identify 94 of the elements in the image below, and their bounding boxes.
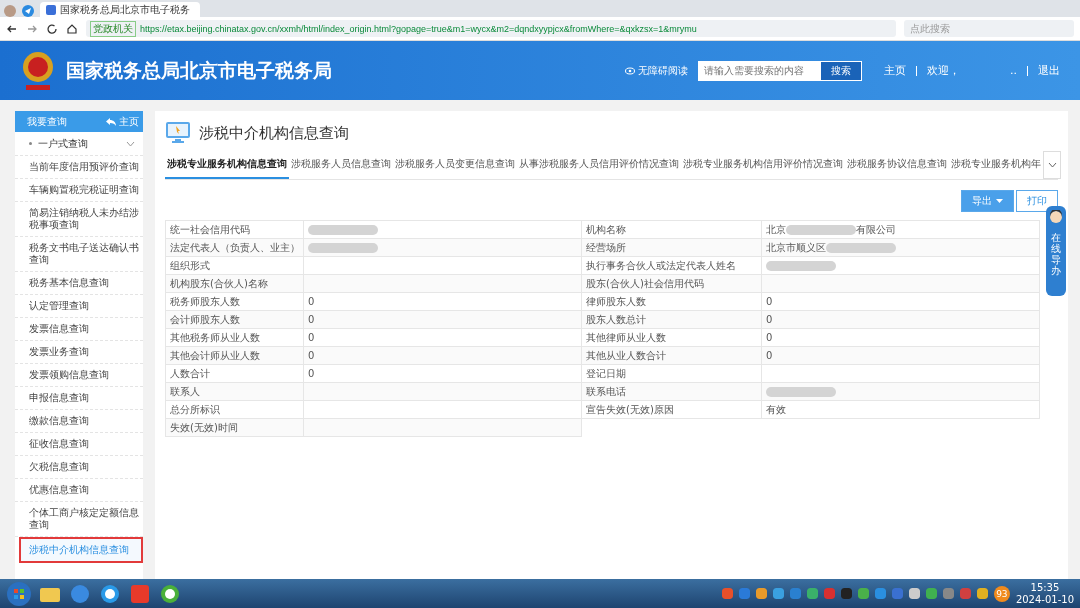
chevron-icon <box>1047 162 1057 168</box>
tab[interactable]: 涉税专业服务机构信息查询 <box>165 151 289 179</box>
sidebar-item[interactable]: 欠税信息查询 <box>15 456 143 479</box>
print-button[interactable]: 打印 <box>1016 190 1058 212</box>
cell-value: 有限公司 <box>856 223 896 235</box>
field-label: 统一社会信用代码 <box>165 220 304 239</box>
field-label: 税务师股东人数 <box>165 292 304 311</box>
tab[interactable]: 涉税专业服务机构信用评价情况查询 <box>681 151 845 179</box>
field-label: 登记日期 <box>581 364 762 383</box>
tray-icon[interactable] <box>721 588 733 599</box>
tray-icon[interactable] <box>755 588 767 599</box>
browser-icon[interactable] <box>98 582 122 605</box>
cell-value: 0 <box>308 314 315 325</box>
sidebar-item[interactable]: 缴款信息查询 <box>15 410 143 433</box>
tray-icon[interactable] <box>925 588 937 599</box>
field-label: 执行事务合伙人或法定代表人姓名 <box>581 256 762 275</box>
redaction-blur <box>786 224 856 235</box>
url-text: https://etax.beijing.chinatax.gov.cn/xxmh/html/index_origin.html?gopage=true&m1=wycx&m2=dqndxyypjcx&fromWhere=&qxkzsx=1&mrymu <box>140 23 697 34</box>
tray-icon[interactable] <box>857 588 869 599</box>
field-label: 其他税务师从业人数 <box>165 328 304 347</box>
office-icon[interactable] <box>128 582 152 605</box>
redaction-blur <box>826 242 896 253</box>
cell-value: 0 <box>766 296 773 307</box>
field-label: 其他律师从业人数 <box>581 328 762 347</box>
return-arrow-icon <box>106 117 116 126</box>
site-search-field[interactable]: 请输入需要搜索的内容 <box>698 60 820 81</box>
tray-icon[interactable] <box>976 588 988 599</box>
sidebar-title: 我要查询 <box>27 114 67 129</box>
avatar-icon[interactable] <box>4 5 16 17</box>
user-name: .. <box>1010 64 1017 77</box>
tray-icon[interactable] <box>942 588 954 599</box>
search-button[interactable]: 搜索 <box>820 60 862 81</box>
sidebar-item[interactable]: 税务基本信息查询 <box>15 272 143 295</box>
accessibility-link[interactable]: 无障碍阅读 <box>625 63 688 78</box>
sidebar-item[interactable]: 税务文书电子送达确认书查询 <box>15 237 143 272</box>
cell-value: 0 <box>766 332 773 343</box>
redaction-blur <box>308 225 378 235</box>
field-label: 总分所标识 <box>165 400 304 419</box>
tab[interactable]: 涉税服务协议信息查询 <box>845 151 949 179</box>
browser-icon[interactable] <box>158 582 182 605</box>
field-label: 组织形式 <box>165 256 304 275</box>
sidebar-item[interactable]: 简易注销纳税人未办结涉税事项查询 <box>15 202 143 237</box>
cell-value: 0 <box>308 296 315 307</box>
cell-value: 0 <box>308 350 315 361</box>
paper-plane-icon[interactable] <box>22 5 34 17</box>
eye-icon <box>625 66 635 75</box>
cell-value: 有效 <box>766 403 786 415</box>
cell-value: 0 <box>308 332 315 343</box>
field-label: 人数合计 <box>165 364 304 383</box>
monitor-icon <box>165 121 191 145</box>
tray-icon[interactable] <box>806 588 818 599</box>
start-button[interactable] <box>6 580 32 607</box>
sidebar-item[interactable]: 发票业务查询 <box>15 341 143 364</box>
tray-icon[interactable] <box>874 588 886 599</box>
tabs-more-button[interactable] <box>1043 151 1061 179</box>
sidebar-item[interactable]: 车辆购置税完税证明查询 <box>15 179 143 202</box>
tray-icon[interactable] <box>908 588 920 599</box>
address-bar[interactable]: 党政机关 https://etax.beijing.chinatax.gov.cn/xxmh/html/index_origin.html?gopage=true&m1=wycx&m2=dqndxyypjcx&fromWhere=&qxkzsx=1&mrymu <box>86 20 896 37</box>
sidebar-item[interactable]: 认定管理查询 <box>15 295 143 318</box>
redaction-blur <box>766 261 836 271</box>
browser-tab[interactable]: 国家税务总局北京市电子税务 <box>40 2 200 17</box>
site-title: 国家税务总局北京市电子税务局 <box>66 57 333 83</box>
field-label: 宣告失效(无效)原因 <box>581 400 762 419</box>
tray-icon[interactable] <box>840 588 852 599</box>
avatar-icon <box>1049 210 1063 224</box>
sidebar-item[interactable]: 优惠信息查询 <box>15 479 143 502</box>
sidebar-item[interactable]: 发票信息查询 <box>15 318 143 341</box>
field-label: 机构名称 <box>581 220 762 239</box>
online-guide-button[interactable]: 在线导办 <box>1046 206 1066 296</box>
cell-value: 北京 <box>766 223 786 235</box>
tray-icon[interactable] <box>772 588 784 599</box>
cell-value: 0 <box>766 350 773 361</box>
welcome-text: 欢迎， <box>927 63 960 78</box>
sidebar-group[interactable]: 一户式查询 <box>15 132 143 156</box>
reload-icon[interactable] <box>46 22 58 35</box>
tab[interactable]: 涉税服务人员信息查询 <box>289 151 393 179</box>
clock[interactable]: 15:35 2024-01-10 <box>1015 581 1074 606</box>
redaction-blur <box>308 243 378 253</box>
field-label: 律师股东人数 <box>581 292 762 311</box>
sidebar-item[interactable]: 当前年度信用预评价查询 <box>15 156 143 179</box>
page-title: 涉税中介机构信息查询 <box>199 123 349 143</box>
cell-value: 北京市顺义区 <box>766 241 826 253</box>
cell-value: 0 <box>308 368 315 379</box>
sidebar-item[interactable]: 申报信息查询 <box>15 387 143 410</box>
redaction-blur <box>766 387 836 397</box>
caret-icon <box>996 199 1003 203</box>
url-badge: 党政机关 <box>90 20 136 37</box>
cell-value: 0 <box>766 314 773 325</box>
tab[interactable]: 从事涉税服务人员信用评价情况查询 <box>517 151 681 179</box>
sidebar-item[interactable]: 发票领购信息查询 <box>15 364 143 387</box>
sidebar-item[interactable]: 征收信息查询 <box>15 433 143 456</box>
tab[interactable]: 涉税专业服务机构年 <box>949 151 1043 179</box>
home-icon[interactable] <box>66 22 78 35</box>
tab[interactable]: 涉税服务人员变更信息查询 <box>393 151 517 179</box>
